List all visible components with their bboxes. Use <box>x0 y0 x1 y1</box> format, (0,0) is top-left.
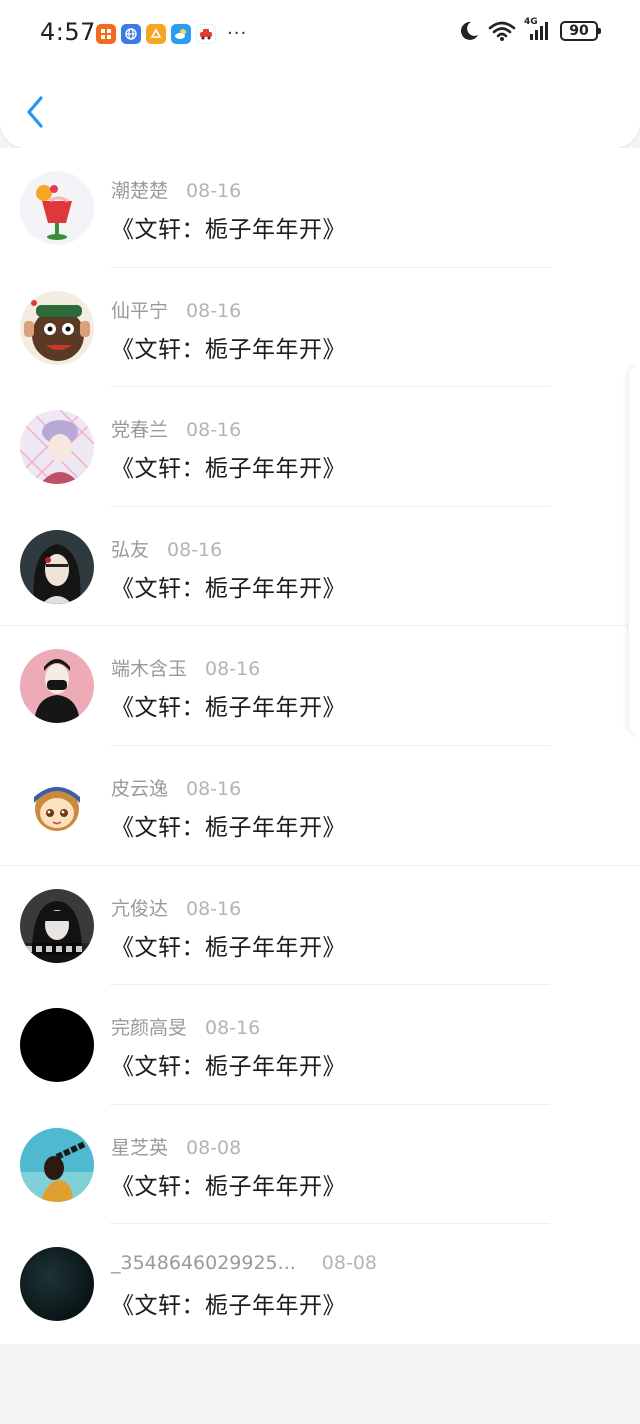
cellular-signal-icon: 4G <box>524 17 552 42</box>
comment-meta: 弘友 08-16 <box>111 535 222 562</box>
status-bar: 4:57 ··· 4G 90 <box>0 0 640 66</box>
comment-title: 《文轩：栀子年年开》 <box>111 336 346 363</box>
battery-indicator: 90 <box>560 21 601 41</box>
comment-title: 《文轩：栀子年年开》 <box>111 456 346 483</box>
comment-title: 《文轩：栀子年年开》 <box>111 1054 346 1081</box>
wifi-icon <box>488 21 516 41</box>
username[interactable]: 星芝英 <box>111 1137 168 1159</box>
list-item[interactable]: 端木含玉 08-16 《文轩：栀子年年开》 <box>0 626 640 746</box>
username[interactable]: 亢俊达 <box>111 898 168 920</box>
list-item[interactable]: 党春兰 08-16 《文轩：栀子年年开》 <box>0 387 640 507</box>
comment-title: 《文轩：栀子年年开》 <box>111 1293 346 1320</box>
avatar[interactable] <box>20 529 94 604</box>
avatar[interactable] <box>20 171 94 245</box>
comment-date: 08-16 <box>186 897 242 920</box>
notification-icons: ··· <box>96 23 247 44</box>
username[interactable]: 端木含玉 <box>111 658 187 680</box>
avatar[interactable] <box>20 1247 94 1322</box>
avatar[interactable] <box>20 649 94 724</box>
comment-meta: 皮云逸 08-16 <box>111 774 241 801</box>
username[interactable]: 党春兰 <box>111 419 168 441</box>
comment-meta: _3548646029925... 08-08 <box>111 1252 377 1274</box>
app-icon-blue-globe <box>121 23 141 44</box>
list-item[interactable]: 皮云逸 08-16 《文轩：栀子年年开》 <box>0 746 640 866</box>
comment-meta: 完颜高旻 08-16 <box>111 1013 260 1040</box>
comment-title: 《文轩：栀子年年开》 <box>111 814 346 841</box>
list-item[interactable]: 仙平宁 08-16 《文轩：栀子年年开》 <box>0 268 640 388</box>
comment-meta: 潮楚楚 08-16 <box>111 176 241 203</box>
avatar[interactable] <box>20 768 94 843</box>
avatar[interactable] <box>20 290 94 365</box>
comment-date: 08-08 <box>321 1252 377 1275</box>
app-icon-weather <box>171 23 191 44</box>
comment-date: 08-16 <box>186 777 242 800</box>
comment-date: 08-16 <box>186 180 242 202</box>
username[interactable]: 完颜高旻 <box>111 1017 187 1039</box>
avatar[interactable] <box>20 1008 94 1083</box>
app-icon-red-car <box>196 23 216 44</box>
username[interactable]: 仙平宁 <box>111 300 168 322</box>
list-item[interactable]: 亢俊达 08-16 《文轩：栀子年年开》 <box>0 866 640 986</box>
list-item[interactable]: 星芝英 08-08 《文轩：栀子年年开》 <box>0 1105 640 1225</box>
app-icon-orange <box>96 23 116 44</box>
system-icons: 4G 90 <box>458 17 601 42</box>
comment-date: 08-16 <box>186 299 242 322</box>
comment-date: 08-16 <box>167 538 223 561</box>
comment-title: 《文轩：栀子年年开》 <box>111 217 346 243</box>
comment-meta: 端木含玉 08-16 <box>111 654 260 681</box>
username[interactable]: _3548646029925... <box>111 1252 296 1274</box>
comment-title: 《文轩：栀子年年开》 <box>111 575 346 602</box>
username[interactable]: 潮楚楚 <box>111 180 168 202</box>
comment-date: 08-08 <box>186 1136 242 1159</box>
app-icon-yellow <box>146 23 166 44</box>
comment-list: 潮楚楚 08-16 《文轩：栀子年年开》 仙平宁 08-16 《文轩：栀子年年开》 <box>0 148 640 1344</box>
comment-meta: 仙平宁 08-16 <box>111 296 241 323</box>
comment-date: 08-16 <box>205 1017 261 1040</box>
username[interactable]: 皮云逸 <box>111 778 168 800</box>
username[interactable]: 弘友 <box>111 539 149 561</box>
moon-icon <box>460 21 478 40</box>
avatar[interactable] <box>20 1127 94 1202</box>
back-button[interactable] <box>20 92 50 132</box>
comment-date: 08-16 <box>186 419 242 442</box>
top-header: 4:57 ··· 4G 90 <box>0 0 640 148</box>
side-drawer-handle[interactable] <box>629 365 640 735</box>
comment-title: 《文轩：栀子年年开》 <box>111 1173 346 1200</box>
chevron-left-icon <box>27 96 43 128</box>
list-item[interactable]: 完颜高旻 08-16 《文轩：栀子年年开》 <box>0 985 640 1105</box>
list-item[interactable]: 弘友 08-16 《文轩：栀子年年开》 <box>0 507 640 627</box>
comment-title: 《文轩：栀子年年开》 <box>111 934 346 961</box>
list-item[interactable]: _3548646029925... 08-08 《文轩：栀子年年开》 <box>0 1224 640 1344</box>
more-notifications-indicator: ··· <box>227 23 248 44</box>
comment-meta: 党春兰 08-16 <box>111 415 241 442</box>
comment-title: 《文轩：栀子年年开》 <box>111 695 346 722</box>
status-time: 4:57 <box>40 18 96 46</box>
comment-meta: 星芝英 08-08 <box>111 1133 241 1160</box>
battery-level: 90 <box>569 23 589 39</box>
avatar[interactable] <box>20 410 94 485</box>
comment-meta: 亢俊达 08-16 <box>111 894 241 921</box>
list-item[interactable]: 潮楚楚 08-16 《文轩：栀子年年开》 <box>0 148 640 268</box>
comment-date: 08-16 <box>205 658 261 681</box>
avatar[interactable] <box>20 888 94 963</box>
